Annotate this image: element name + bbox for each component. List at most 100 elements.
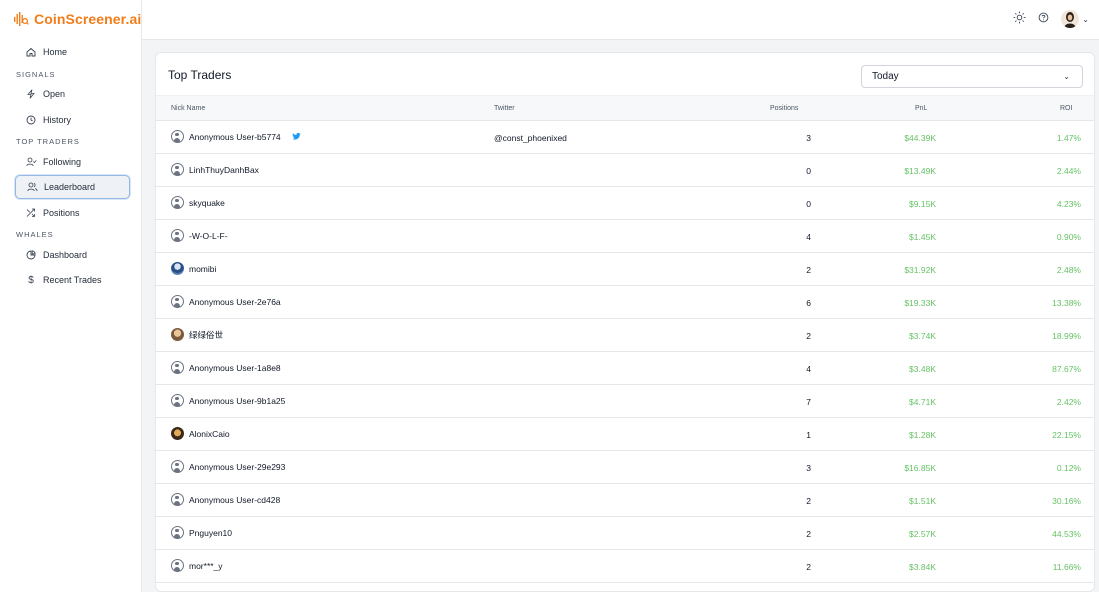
trader-cell[interactable]: Anonymous User-b5774 [171,130,301,143]
section-label-signals: SIGNALS [16,69,56,79]
trader-cell[interactable]: skyquake [171,196,225,209]
chevron-down-icon: ⌄ [1063,72,1070,81]
trader-nickname[interactable]: Anonymous User-cd428 [189,495,280,505]
column-header-roi[interactable]: ROI [1060,105,1072,112]
positions-count: 2 [806,496,811,506]
logo[interactable]: CoinScreener.ai [13,11,141,27]
roi-value: 0.12% [1056,463,1081,473]
column-header-twitter[interactable]: Twitter [494,105,515,112]
sidebar-item-dashboard[interactable]: Dashboard [15,243,130,267]
trader-nickname[interactable]: Anonymous User-2e76a [189,297,281,307]
trader-avatar [171,229,184,242]
sidebar: CoinScreener.ai Home SIGNALS Open Histor… [0,0,142,592]
roi-value: 18.99% [1052,331,1081,341]
sidebar-item-open[interactable]: Open [15,82,130,106]
clock-icon [24,115,38,125]
sidebar-item-home[interactable]: Home [15,40,130,64]
period-select[interactable]: Today ⌄ [861,65,1083,88]
positions-count: 2 [806,265,811,275]
pnl-value: $1.45K [909,232,936,242]
trader-nickname[interactable]: AlonixCaio [189,429,230,439]
sun-icon[interactable] [1013,11,1026,27]
table-row[interactable]: Anonymous User-9b1a25 7 $4.71K 2.42% [156,385,1094,418]
user-menu[interactable]: ⌄ [1061,10,1089,28]
trader-avatar [171,394,184,407]
trader-cell[interactable]: momibi [171,262,216,275]
table-row[interactable]: Anonymous User-29e293 3 $16.85K 0.12% [156,451,1094,484]
table-row[interactable]: -W-O-L-F- 4 $1.45K 0.90% [156,220,1094,253]
bolt-icon [24,89,38,99]
trader-cell[interactable]: Anonymous User-cd428 [171,493,280,506]
twitter-handle[interactable]: @const_phoenixed [494,133,567,143]
trader-nickname[interactable]: LinhThuyDanhBax [189,165,259,175]
roi-value: 4.23% [1056,199,1081,209]
trader-cell[interactable]: Anonymous User-2e76a [171,295,281,308]
table-row[interactable]: Pnguyen10 2 $2.57K 44.53% [156,517,1094,550]
column-header-pnl[interactable]: PnL [915,105,927,112]
trader-nickname[interactable]: 绿绿俗世 [189,329,223,341]
trader-cell[interactable]: AlonixCaio [171,427,230,440]
pnl-value: $1.28K [909,430,936,440]
positions-count: 4 [806,232,811,242]
top-bar: ⌄ [142,0,1099,40]
table-header: Nick Name Twitter Positions PnL ROI [156,95,1094,121]
table-row[interactable]: skyquake 0 $9.15K 4.23% [156,187,1094,220]
help-icon[interactable] [1038,12,1049,26]
sidebar-item-history[interactable]: History [15,108,130,132]
pnl-value: $2.57K [909,529,936,539]
trader-nickname[interactable]: -W-O-L-F- [189,231,228,241]
pnl-value: $16.85K [904,463,936,473]
table-row[interactable]: Anonymous User-b5774 @const_phoenixed 3 $44… [156,121,1094,154]
roi-value: 22.15% [1052,430,1081,440]
positions-count: 0 [806,166,811,176]
trader-nickname[interactable]: skyquake [189,198,225,208]
trader-cell[interactable]: mor***_y [171,559,223,572]
trader-avatar [171,559,184,572]
pnl-value: $9.15K [909,199,936,209]
table-row[interactable]: AlonixCaio 1 $1.28K 22.15% [156,418,1094,451]
sidebar-item-leaderboard[interactable]: Leaderboard [15,175,130,199]
table-body: Anonymous User-b5774 @const_phoenixed 3 $44… [156,121,1094,583]
trader-nickname[interactable]: mor***_y [189,561,223,571]
trader-nickname[interactable]: Pnguyen10 [189,528,232,538]
period-select-value: Today [872,71,899,82]
roi-value: 2.48% [1056,265,1081,275]
trader-avatar [171,262,184,275]
users-icon [25,182,39,192]
table-row[interactable]: Anonymous User-cd428 2 $1.51K 30.16% [156,484,1094,517]
trader-nickname[interactable]: Anonymous User-29e293 [189,462,285,472]
sidebar-item-following[interactable]: Following [15,150,130,174]
trader-nickname[interactable]: momibi [189,264,216,274]
positions-count: 4 [806,364,811,374]
column-header-positions[interactable]: Positions [770,105,798,112]
trader-nickname[interactable]: Anonymous User-b5774 [189,132,281,142]
sidebar-item-recent-trades[interactable]: $ Recent Trades [15,268,130,292]
table-row[interactable]: LinhThuyDanhBax 0 $13.49K 2.44% [156,154,1094,187]
top-traders-card: Top Traders Today ⌄ Nick Name Twitter Po… [155,52,1095,592]
trader-cell[interactable]: Pnguyen10 [171,526,232,539]
table-row[interactable]: Anonymous User-1a8e8 4 $3.48K 87.67% [156,352,1094,385]
table-row[interactable]: momibi 2 $31.92K 2.48% [156,253,1094,286]
trader-cell[interactable]: -W-O-L-F- [171,229,228,242]
trader-avatar [171,295,184,308]
table-row[interactable]: mor***_y 2 $3.84K 11.66% [156,550,1094,583]
top-bar-actions: ⌄ [1013,10,1089,28]
positions-count: 3 [806,133,811,143]
sidebar-item-positions[interactable]: Positions [15,201,130,225]
trader-cell[interactable]: Anonymous User-29e293 [171,460,285,473]
table-row[interactable]: 绿绿俗世 2 $3.74K 18.99% [156,319,1094,352]
column-header-nick[interactable]: Nick Name [171,105,205,112]
trader-cell[interactable]: Anonymous User-9b1a25 [171,394,285,407]
trader-nickname[interactable]: Anonymous User-1a8e8 [189,363,281,373]
trader-avatar [171,130,184,143]
trader-avatar [171,328,184,341]
trader-cell[interactable]: Anonymous User-1a8e8 [171,361,281,374]
trader-cell[interactable]: LinhThuyDanhBax [171,163,259,176]
trader-nickname[interactable]: Anonymous User-9b1a25 [189,396,285,406]
trader-cell[interactable]: 绿绿俗世 [171,328,223,341]
sidebar-item-label: Following [43,156,82,167]
table-row[interactable]: Anonymous User-2e76a 6 $19.33K 13.38% [156,286,1094,319]
twitter-icon[interactable] [292,132,301,141]
pnl-value: $19.33K [904,298,936,308]
trader-avatar [171,427,184,440]
